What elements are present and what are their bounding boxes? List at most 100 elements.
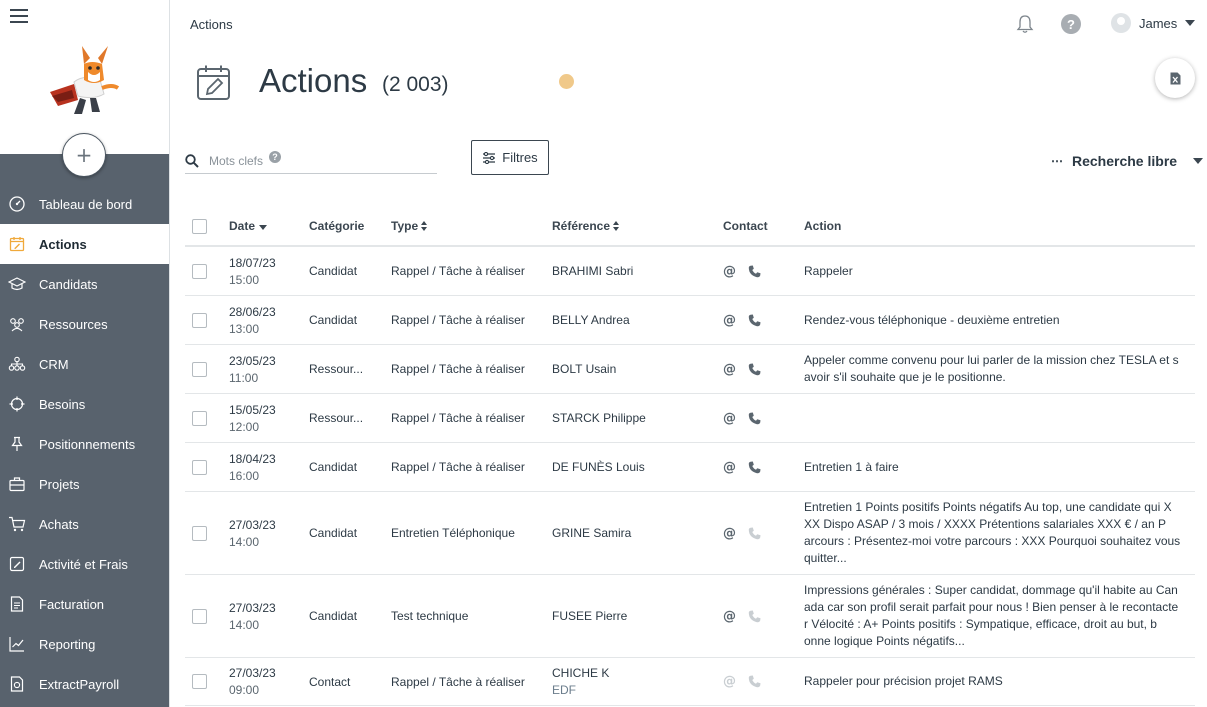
table-row[interactable]: 23/05/23 11:00 Ressour... Rappel / Tâche … xyxy=(185,345,1195,394)
sidebar-item-reporting[interactable]: Reporting xyxy=(0,624,169,664)
people-icon xyxy=(8,315,26,333)
reference-cell[interactable]: GRINE Samira xyxy=(552,492,631,574)
row-checkbox[interactable] xyxy=(192,608,207,624)
sidebar-item-tableau-de-bord[interactable]: Tableau de bord xyxy=(0,184,169,224)
phone-icon[interactable] xyxy=(748,314,761,327)
table-row[interactable]: 18/07/23 15:00 Candidat Rappel / Tâche à … xyxy=(185,247,1195,296)
phone-icon[interactable] xyxy=(748,675,761,688)
sidebar-item-extractpayroll[interactable]: ExtractPayroll xyxy=(0,664,169,704)
table-row[interactable]: 27/03/23 09:00 Contact Rappel / Tâche à r… xyxy=(185,658,1195,706)
time-value: 11:00 xyxy=(229,370,259,385)
row-checkbox[interactable] xyxy=(192,459,207,475)
sidebar-item-achats[interactable]: Achats xyxy=(0,504,169,544)
notification-bell-icon[interactable] xyxy=(1016,14,1034,34)
sidebar-item-label: Tableau de bord xyxy=(39,196,133,212)
table-row[interactable]: 27/03/23 14:00 Candidat Test technique FU… xyxy=(185,575,1195,658)
email-icon[interactable]: @ xyxy=(723,526,736,541)
filters-button[interactable]: Filtres xyxy=(471,140,549,175)
sidebar-item-label: Besoins xyxy=(39,396,86,412)
sidebar-item-crm[interactable]: CRM xyxy=(0,344,169,384)
category-cell: Ressour... xyxy=(309,411,364,425)
export-excel-button[interactable] xyxy=(1155,58,1195,98)
row-checkbox[interactable] xyxy=(192,263,207,279)
page-title: Actions xyxy=(259,62,368,99)
email-icon[interactable]: @ xyxy=(723,264,736,279)
action-cell xyxy=(804,394,1184,442)
avatar xyxy=(1111,13,1131,33)
contact-cell: @ xyxy=(723,443,761,491)
sidebar-item-actions[interactable]: Actions xyxy=(0,224,169,264)
row-checkbox[interactable] xyxy=(192,312,207,328)
sidebar-item-projets[interactable]: Projets xyxy=(0,464,169,504)
hamburger-menu-icon[interactable] xyxy=(10,9,28,25)
sliders-icon xyxy=(483,151,496,164)
category-cell: Candidat xyxy=(309,313,358,327)
help-icon[interactable]: ? xyxy=(1061,14,1081,34)
sidebar-item-candidats[interactable]: Candidats xyxy=(0,264,169,304)
phone-icon[interactable] xyxy=(748,363,761,376)
phone-icon[interactable] xyxy=(748,610,761,623)
sidebar-item-label: Achats xyxy=(39,516,79,532)
phone-icon[interactable] xyxy=(748,412,761,425)
column-header-date[interactable]: Date xyxy=(229,207,268,245)
sidebar-item-positionnements[interactable]: Positionnements xyxy=(0,424,169,464)
sidebar-item-activite-et-frais[interactable]: Activité et Frais xyxy=(0,544,169,584)
add-button[interactable]: + xyxy=(62,133,106,177)
time-value: 12:00 xyxy=(229,419,260,434)
category-cell: Candidat xyxy=(309,609,358,623)
column-header-type[interactable]: Type xyxy=(391,207,428,245)
email-icon[interactable]: @ xyxy=(723,674,736,689)
table-row[interactable]: 15/05/23 12:00 Ressour... Rappel / Tâche … xyxy=(185,394,1195,443)
sidebar-item-ressources[interactable]: Ressources xyxy=(0,304,169,344)
column-header-reference[interactable]: Référence xyxy=(552,207,620,245)
free-search-label: Recherche libre xyxy=(1072,153,1178,169)
date-value: 15/05/23 xyxy=(229,402,276,417)
column-label: Date xyxy=(229,219,256,233)
crosshair-icon xyxy=(8,395,26,413)
reference-cell[interactable]: FUSEE Pierre xyxy=(552,575,627,657)
reference-cell[interactable]: DE FUNÈS Louis xyxy=(552,443,645,491)
cart-icon xyxy=(8,515,26,533)
reference-cell[interactable]: BRAHIMI Sabri xyxy=(552,247,633,295)
email-icon[interactable]: @ xyxy=(723,362,736,377)
sidebar-item-facturation[interactable]: Facturation xyxy=(0,584,169,624)
row-checkbox[interactable] xyxy=(192,410,207,426)
contact-cell: @ xyxy=(723,247,761,295)
email-icon[interactable]: @ xyxy=(723,460,736,475)
phone-icon[interactable] xyxy=(748,265,761,278)
table-row[interactable]: 18/04/23 16:00 Candidat Rappel / Tâche à … xyxy=(185,443,1195,492)
payroll-icon xyxy=(8,675,26,693)
chart-line-icon xyxy=(8,635,26,653)
email-icon[interactable]: @ xyxy=(723,313,736,328)
phone-icon[interactable] xyxy=(748,527,761,540)
user-menu[interactable]: James xyxy=(1111,13,1196,33)
reference-cell[interactable]: BELLY Andrea xyxy=(552,296,630,344)
type-cell: Rappel / Tâche à réaliser xyxy=(391,674,525,689)
row-checkbox[interactable] xyxy=(192,525,207,541)
reference-name: BOLT Usain xyxy=(552,362,617,376)
row-checkbox[interactable] xyxy=(192,674,207,689)
table-body: 18/07/23 15:00 Candidat Rappel / Tâche à … xyxy=(185,247,1195,706)
table-header: Date Catégorie Type Référence Contact Ac… xyxy=(185,207,1195,247)
select-all-checkbox[interactable] xyxy=(192,218,207,234)
reference-name: GRINE Samira xyxy=(552,526,632,540)
email-icon[interactable]: @ xyxy=(723,609,736,624)
table-row[interactable]: 28/06/23 13:00 Candidat Rappel / Tâche à … xyxy=(185,296,1195,345)
reference-cell[interactable]: CHICHE K EDF xyxy=(552,658,609,705)
sidebar-item-label: Facturation xyxy=(39,596,105,612)
contact-cell: @ xyxy=(723,575,761,657)
sidebar-item-besoins[interactable]: Besoins xyxy=(0,384,169,424)
reference-cell[interactable]: BOLT Usain xyxy=(552,345,616,393)
search-help-icon[interactable]: ? xyxy=(269,150,281,163)
date-cell: 27/03/23 14:00 xyxy=(229,492,276,574)
row-select-cell xyxy=(192,247,207,295)
search-input[interactable] xyxy=(209,153,269,168)
free-search-dropdown[interactable]: ⋯ Recherche libre xyxy=(1051,153,1204,169)
email-icon[interactable]: @ xyxy=(723,411,736,426)
table-row[interactable]: 27/03/23 14:00 Candidat Entretien Télépho… xyxy=(185,492,1195,575)
row-checkbox[interactable] xyxy=(192,361,207,377)
action-cell: Rappeler xyxy=(804,263,853,278)
phone-icon[interactable] xyxy=(748,461,761,474)
sidebar-item-label: CRM xyxy=(39,356,69,372)
reference-cell[interactable]: STARCK Philippe xyxy=(552,394,646,442)
